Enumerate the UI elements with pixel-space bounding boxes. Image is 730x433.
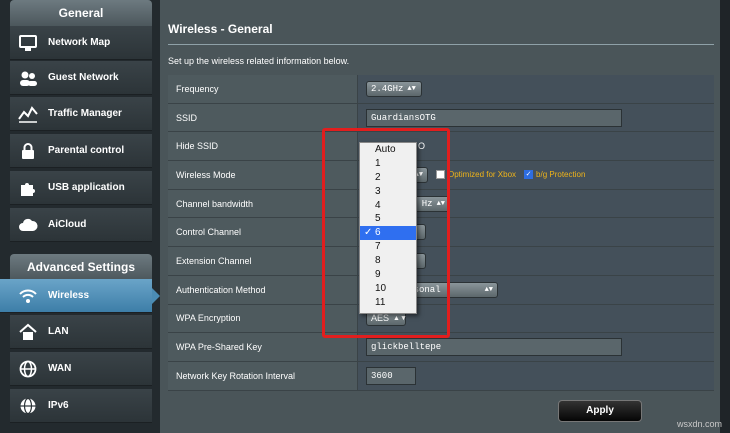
sidebar-item-label: LAN [48, 326, 69, 337]
sidebar-item-label: WAN [48, 363, 72, 374]
apply-button[interactable]: Apply [558, 400, 642, 422]
sidebar-item-ipv6[interactable]: IPv6 [10, 389, 152, 423]
sidebar-item-label: Wireless [48, 290, 90, 301]
checkbox-checked-icon: ✓ [524, 170, 534, 180]
sidebar-item-label: AiCloud [48, 219, 87, 230]
sidebar-item-lan[interactable]: LAN [10, 315, 152, 349]
sidebar-item-label: Traffic Manager [48, 108, 122, 119]
sidebar-item-wireless[interactable]: Wireless [0, 279, 160, 313]
select-arrow-icon: ▲▼ [484, 285, 493, 294]
ipv6-globe-icon [16, 394, 40, 418]
sidebar-item-aicloud[interactable]: AiCloud [10, 208, 152, 242]
wpa-key-input[interactable]: glickbelltepe [366, 338, 622, 357]
highlight-box [322, 128, 450, 338]
puzzle-icon [16, 176, 40, 200]
sidebar-item-guest-network[interactable]: Guest Network [10, 61, 152, 95]
guest-network-icon [16, 66, 40, 90]
lock-icon [16, 139, 40, 163]
ssid-input[interactable]: GuardiansOTG [366, 108, 622, 127]
sidebar: General Network Map Guest Network Traffi… [0, 0, 160, 433]
sidebar-item-network-map[interactable]: Network Map [10, 26, 152, 60]
sidebar-item-label: Network Map [48, 37, 111, 48]
sidebar-item-label: IPv6 [48, 400, 69, 411]
frequency-select[interactable]: 2.4GHz ▲▼ [366, 80, 422, 97]
sidebar-item-parental-control[interactable]: Parental control [10, 134, 152, 168]
select-arrow-icon: ▲▼ [407, 84, 416, 93]
traffic-manager-icon [16, 102, 40, 126]
select-value: 2.4GHz [371, 83, 404, 94]
general-heading: General [10, 0, 152, 26]
network-map-icon [16, 31, 40, 55]
row-rotation-interval: Network Key Rotation Interval 3600 [168, 361, 714, 391]
page-description: Set up the wireless related information … [168, 56, 350, 66]
checkbox-label: Optimized for Xbox [448, 170, 517, 180]
sidebar-item-wan[interactable]: WAN [10, 352, 152, 386]
advanced-settings-heading: Advanced Settings [10, 254, 152, 280]
wifi-icon [16, 284, 40, 308]
row-label: Network Key Rotation Interval [168, 361, 358, 390]
sidebar-item-traffic-manager[interactable]: Traffic Manager [10, 97, 152, 131]
row-frequency: Frequency 2.4GHz ▲▼ [168, 75, 714, 104]
rotation-interval-input[interactable]: 3600 [366, 366, 416, 385]
title-divider [168, 44, 714, 45]
home-icon [16, 320, 40, 344]
sidebar-item-label: Parental control [48, 145, 125, 156]
sidebar-item-label: USB application [48, 182, 125, 193]
globe-icon [16, 357, 40, 381]
row-label: Frequency [168, 75, 358, 103]
bg-protection-checkbox[interactable]: ✓ b/g Protection [524, 170, 586, 180]
watermark: wsxdn.com [676, 419, 722, 429]
sidebar-item-usb-application[interactable]: USB application [10, 171, 152, 205]
page-title: Wireless - General [168, 22, 273, 36]
checkbox-label: b/g Protection [536, 170, 586, 180]
cloud-icon [16, 213, 40, 237]
sidebar-item-label: Guest Network [48, 72, 119, 83]
